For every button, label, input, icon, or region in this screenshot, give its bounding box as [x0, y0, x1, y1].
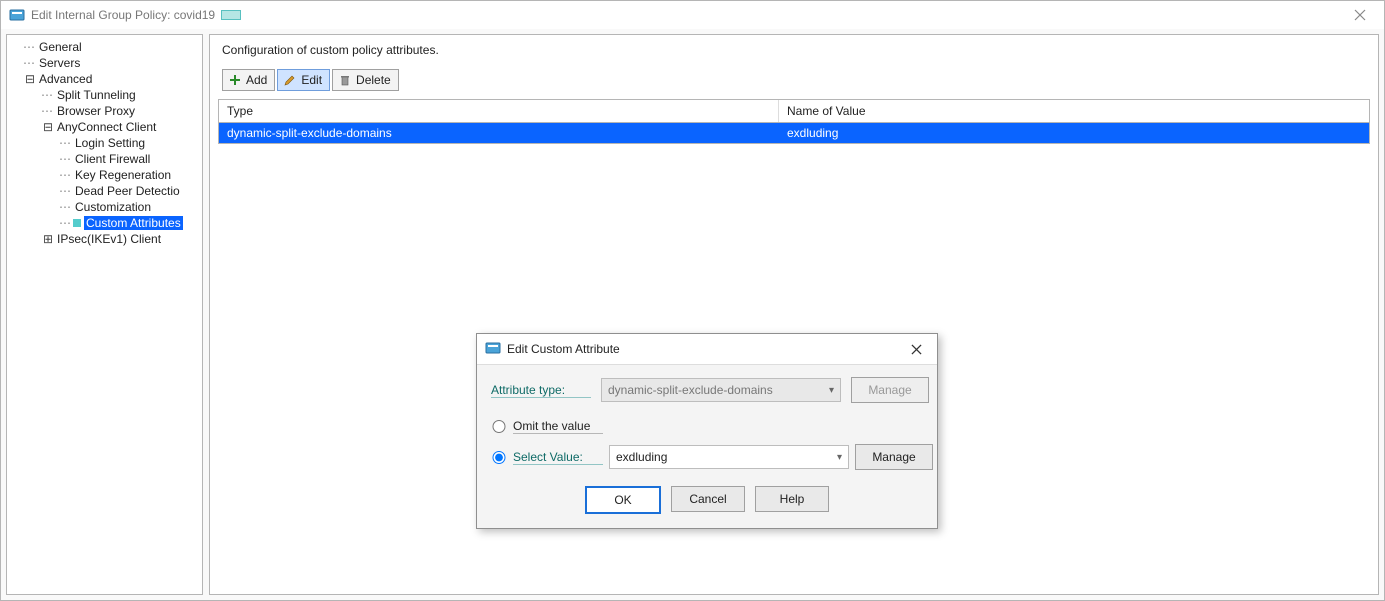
attributes-table: Type Name of Value dynamic-split-exclude… — [218, 99, 1370, 144]
tree-item-label: AnyConnect Client — [55, 120, 158, 134]
tree-item-dead-peer-detectio[interactable]: ⋯Dead Peer Detectio — [7, 183, 202, 199]
window-state-glyph — [221, 10, 241, 20]
tree-item-ipsec-ikev1-client[interactable]: ⊞IPsec(IKEv1) Client — [7, 231, 202, 247]
tree-guide-icon: ⋯ — [59, 152, 73, 166]
tree-guide-icon: ⋯ — [59, 216, 73, 230]
tree-item-label: Dead Peer Detectio — [73, 184, 182, 198]
tree-item-label: Servers — [37, 56, 82, 70]
help-button-label: Help — [780, 492, 805, 506]
nav-tree: ⋯General⋯Servers⊟Advanced⋯Split Tunnelin… — [7, 35, 202, 251]
omit-value-radio[interactable] — [491, 420, 507, 433]
dialog-titlebar: Edit Custom Attribute — [477, 334, 937, 365]
tree-item-label: Browser Proxy — [55, 104, 137, 118]
select-value-manage-button[interactable]: Manage — [855, 444, 933, 470]
tree-item-label: Customization — [73, 200, 153, 214]
tree-item-label: Client Firewall — [73, 152, 152, 166]
tree-item-advanced[interactable]: ⊟Advanced — [7, 71, 202, 87]
collapse-icon[interactable]: ⊟ — [41, 120, 55, 134]
attr-type-row: Attribute type: dynamic-split-exclude-do… — [491, 377, 923, 403]
pencil-icon — [283, 73, 297, 87]
tree-guide-icon: ⋯ — [59, 184, 73, 198]
delete-button[interactable]: Delete — [332, 69, 399, 91]
close-icon — [1354, 9, 1366, 21]
window-close-button[interactable] — [1340, 1, 1380, 29]
chevron-down-icon: ▾ — [837, 452, 842, 463]
titlebar: Edit Internal Group Policy: covid19 — [1, 1, 1384, 30]
selection-marker-icon — [73, 219, 81, 227]
omit-value-label: Omit the value — [513, 419, 603, 434]
tree-item-label: Key Regeneration — [73, 168, 173, 182]
expand-icon[interactable]: ⊞ — [41, 232, 55, 246]
dialog-title: Edit Custom Attribute — [507, 342, 620, 356]
ok-button-label: OK — [614, 493, 631, 507]
dialog-body: Attribute type: dynamic-split-exclude-do… — [477, 365, 937, 528]
tree-guide-icon: ⋯ — [23, 56, 37, 70]
table-row[interactable]: dynamic-split-exclude-domainsexdluding — [219, 123, 1369, 143]
tree-item-split-tunneling[interactable]: ⋯Split Tunneling — [7, 87, 202, 103]
ok-button[interactable]: OK — [585, 486, 661, 514]
tree-item-client-firewall[interactable]: ⋯Client Firewall — [7, 151, 202, 167]
tree-item-anyconnect-client[interactable]: ⊟AnyConnect Client — [7, 119, 202, 135]
tree-guide-icon: ⋯ — [59, 136, 73, 150]
select-value-value: exdluding — [616, 450, 667, 464]
tree-item-general[interactable]: ⋯General — [7, 39, 202, 55]
attr-type-label: Attribute type: — [491, 383, 591, 398]
tree-item-label: General — [37, 40, 84, 54]
dialog-close-button[interactable] — [899, 334, 933, 364]
tree-item-label: Custom Attributes — [84, 216, 183, 230]
select-value-row: Select Value: exdluding ▾ Manage — [491, 444, 923, 470]
close-icon — [911, 344, 922, 355]
dialog-app-icon — [485, 340, 501, 359]
main-window: Edit Internal Group Policy: covid19 ⋯Gen… — [0, 0, 1385, 601]
cancel-button[interactable]: Cancel — [671, 486, 745, 512]
tree-guide-icon: ⋯ — [23, 40, 37, 54]
select-value-label: Select Value: — [513, 450, 603, 465]
omit-value-row: Omit the value — [491, 419, 923, 434]
tree-guide-icon: ⋯ — [59, 200, 73, 214]
detail-heading: Configuration of custom policy attribute… — [222, 43, 1370, 57]
edit-button[interactable]: Edit — [277, 69, 330, 91]
chevron-down-icon: ▾ — [829, 385, 834, 396]
select-value-radio[interactable] — [491, 451, 507, 464]
tree-item-key-regeneration[interactable]: ⋯Key Regeneration — [7, 167, 202, 183]
app-icon — [9, 7, 25, 23]
tree-item-browser-proxy[interactable]: ⋯Browser Proxy — [7, 103, 202, 119]
delete-button-label: Delete — [356, 73, 391, 87]
tree-guide-icon: ⋯ — [41, 104, 55, 118]
help-button[interactable]: Help — [755, 486, 829, 512]
tree-item-custom-attributes[interactable]: ⋯ Custom Attributes — [7, 215, 202, 231]
tree-item-label: Advanced — [37, 72, 94, 86]
attr-type-manage-button[interactable]: Manage — [851, 377, 929, 403]
tree-guide-icon: ⋯ — [41, 88, 55, 102]
tree-item-login-setting[interactable]: ⋯Login Setting — [7, 135, 202, 151]
table-header: Type Name of Value — [219, 100, 1369, 123]
tree-item-servers[interactable]: ⋯Servers — [7, 55, 202, 71]
tree-guide-icon: ⋯ — [59, 168, 73, 182]
plus-icon — [228, 73, 242, 87]
add-button[interactable]: Add — [222, 69, 275, 91]
edit-button-label: Edit — [301, 73, 322, 87]
cell-name: exdluding — [779, 123, 1369, 143]
attr-type-select[interactable]: dynamic-split-exclude-domains ▾ — [601, 378, 841, 402]
trash-icon — [338, 73, 352, 87]
add-button-label: Add — [246, 73, 267, 87]
tree-item-label: Split Tunneling — [55, 88, 138, 102]
cell-type: dynamic-split-exclude-domains — [219, 123, 779, 143]
col-header-name[interactable]: Name of Value — [779, 100, 1369, 122]
manage-button-label: Manage — [868, 383, 911, 397]
col-header-type[interactable]: Type — [219, 100, 779, 122]
toolbar: Add Edit Delete — [222, 69, 1370, 91]
tree-item-label: Login Setting — [73, 136, 147, 150]
select-value-select[interactable]: exdluding ▾ — [609, 445, 849, 469]
window-title: Edit Internal Group Policy: covid19 — [31, 8, 215, 22]
tree-item-customization[interactable]: ⋯Customization — [7, 199, 202, 215]
tree-item-label: IPsec(IKEv1) Client — [55, 232, 163, 246]
attr-type-value: dynamic-split-exclude-domains — [608, 383, 773, 397]
dialog-buttons: OK Cancel Help — [491, 486, 923, 514]
manage-button-label: Manage — [872, 450, 915, 464]
cancel-button-label: Cancel — [689, 492, 726, 506]
nav-tree-panel: ⋯General⋯Servers⊟Advanced⋯Split Tunnelin… — [6, 34, 203, 595]
edit-attribute-dialog: Edit Custom Attribute Attribute type: dy… — [476, 333, 938, 529]
collapse-icon[interactable]: ⊟ — [23, 72, 37, 86]
